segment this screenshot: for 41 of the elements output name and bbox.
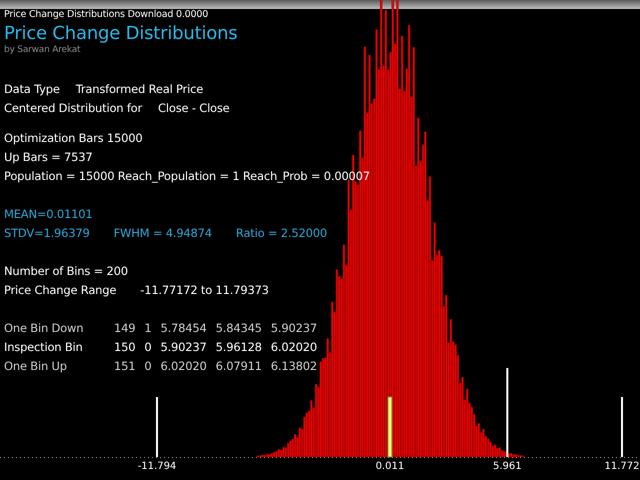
mean-marker [387,396,392,458]
axis-label: 0.011 [376,461,404,473]
table-cell-text: 5.84345 [216,320,262,337]
field-value: Transformed Real Price [76,82,204,96]
stat-line: STDV=1.96379 [4,226,90,240]
table-cell-text: 6.02020 [160,358,207,375]
field-value: Close - Close [158,101,230,115]
axis-label: -11.794 [138,461,176,473]
table-cell-text: 5.90237 [160,339,207,356]
table-cell-text: 0 [144,358,152,375]
table-cell-text: 6.13802 [270,358,317,375]
table-cell-text: 151 [114,358,136,375]
field-label: Centered Distribution for [4,101,142,115]
table-cell-text: 5.96128 [216,339,262,356]
bins-line: Number of Bins = 200 [4,263,129,280]
info-line: Up Bars = 7537 [4,149,94,166]
field-label: Price Change Range [4,283,116,297]
table-cell-text: 150 [114,339,136,356]
app-title: Price Change Distributions [4,24,238,44]
mean-line: MEAN=0.01101 [4,206,94,223]
table-cell-text: 5.90237 [270,320,317,337]
table-cell-text: 149 [114,320,136,337]
table-cell-text: 1 [144,320,152,337]
row-label: One Bin Up [4,358,68,375]
limit-marker [156,397,158,457]
limit-marker [621,397,623,457]
info-line: Optimization Bars 15000 [4,130,144,147]
window-title: Price Change Distributions Download 0.0000 [4,9,210,21]
row-label: Inspection Bin [4,339,84,356]
stat-line: Ratio = 2.52000 [236,226,327,240]
axis-label: 5.961 [492,461,522,473]
field-value: -11.77172 to 11.79373 [140,283,269,297]
axis-label: 11.772 [604,461,640,473]
table-cell-text: 6.02020 [270,339,317,356]
row-label: One Bin Down [4,320,84,337]
table-cell-text: 0 [144,339,152,356]
field-label: Data Type [4,82,60,96]
table-cell-text: 5.78454 [160,320,207,337]
author-credit: by Sarwan Arekat [4,45,82,55]
table-cell-text: 6.07911 [216,358,262,375]
stat-line: FWHM = 4.94874 [114,226,212,240]
